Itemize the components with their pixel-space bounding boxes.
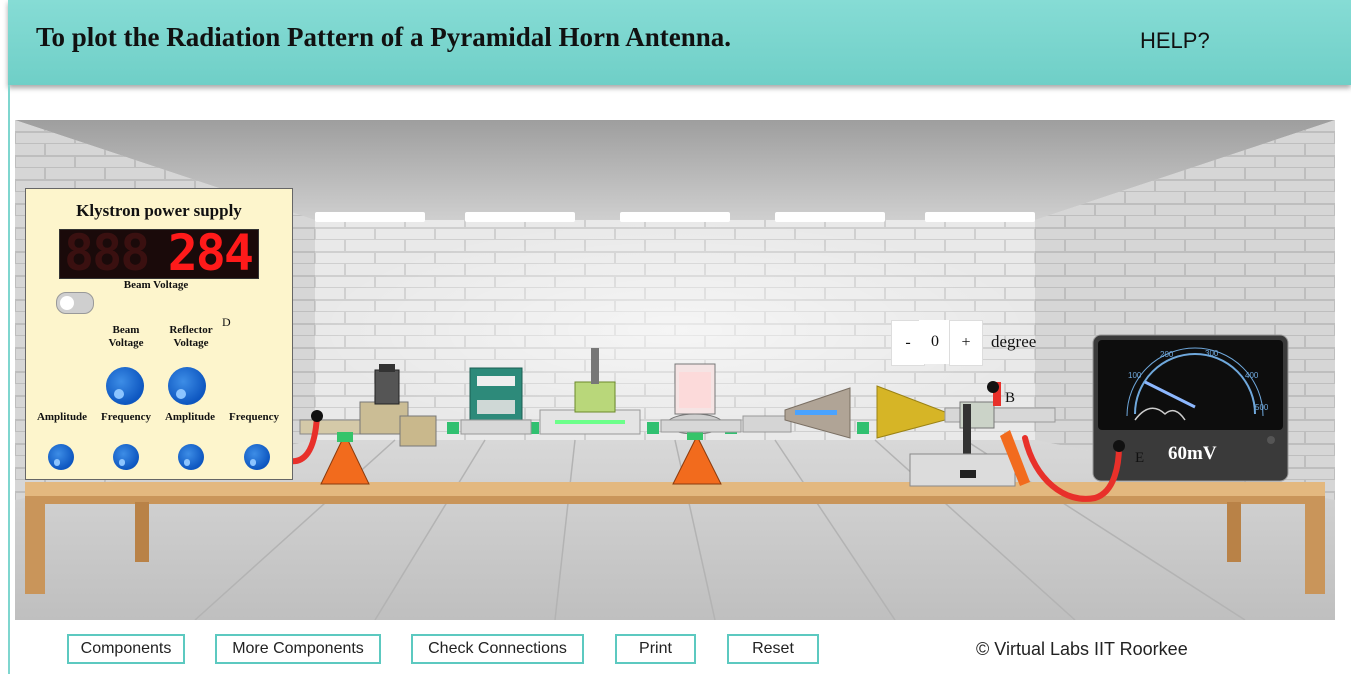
reflector-voltage-knob[interactable] xyxy=(168,367,206,405)
frequency-label-2: Frequency xyxy=(229,411,279,423)
beam-voltage-display: 888 284 xyxy=(59,229,259,279)
rotation-value: 0 xyxy=(919,320,951,364)
frequency-knob-2[interactable] xyxy=(244,444,270,470)
ceiling-lights xyxy=(315,212,1035,222)
meter-scale-400: 400 xyxy=(1245,371,1259,380)
terminal-d-label: D xyxy=(222,315,231,329)
isolator xyxy=(460,367,532,435)
header-bar: To plot the Radiation Pattern of a Pyram… xyxy=(8,0,1351,85)
rotation-unit: degree xyxy=(991,332,1037,351)
reset-button[interactable]: Reset xyxy=(727,634,819,664)
meter-scale-500: 500 xyxy=(1255,403,1269,412)
print-button[interactable]: Print xyxy=(615,634,696,664)
meter-scale-200: 200 xyxy=(1160,350,1174,359)
terminal-e xyxy=(1113,440,1125,452)
amplitude-label-1: Amplitude xyxy=(36,411,88,423)
klystron-power-supply: Klystron power supply 888 284 Beam Volta… xyxy=(25,188,293,480)
amplitude-knob-2[interactable] xyxy=(178,444,204,470)
frequency-label-1: Frequency xyxy=(101,411,151,423)
table-leg-right xyxy=(1305,502,1325,594)
meter-reading: 60mV xyxy=(1168,443,1217,464)
beam-voltage-knob[interactable] xyxy=(106,367,144,405)
frequency-knob-1[interactable] xyxy=(113,444,139,470)
terminal-b-label: B xyxy=(1005,390,1016,406)
meter-scale-100: 100 xyxy=(1128,371,1142,380)
display-label: Beam Voltage xyxy=(123,279,189,291)
check-connections-button[interactable]: Check Connections xyxy=(411,634,584,664)
power-toggle[interactable] xyxy=(56,292,94,314)
terminal-b xyxy=(987,381,999,393)
copyright-text: © Virtual Labs IIT Roorkee xyxy=(976,639,1188,659)
terminal-e-label: E xyxy=(1135,450,1145,466)
display-ghost-digits: 888 xyxy=(64,229,150,279)
lab-scene: 100 200 300 400 500 Klystron power suppl… xyxy=(15,120,1335,620)
amplitude-label-2: Amplitude xyxy=(164,411,216,423)
more-components-button[interactable]: More Components xyxy=(215,634,381,664)
reflector-voltage-knob-label: Reflector Voltage xyxy=(169,324,213,349)
power-supply-title: Klystron power supply xyxy=(76,201,242,220)
left-border xyxy=(8,85,10,674)
terminal-mount xyxy=(311,410,323,422)
rotate-plus-button[interactable]: + xyxy=(949,320,983,366)
page-title: To plot the Radiation Pattern of a Pyram… xyxy=(36,22,732,52)
display-digits: 284 xyxy=(167,229,254,279)
help-link[interactable]: HELP? xyxy=(1140,28,1210,54)
beam-voltage-knob-label: Beam Voltage xyxy=(108,324,144,349)
meter-scale-300: 300 xyxy=(1205,349,1219,358)
table-leg-left xyxy=(25,502,45,594)
components-button[interactable]: Components xyxy=(67,634,185,664)
amplitude-knob-1[interactable] xyxy=(48,444,74,470)
